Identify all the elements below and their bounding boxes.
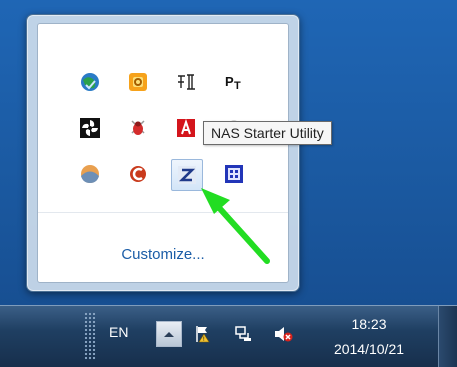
chevron-up-icon xyxy=(164,332,174,337)
pt-app-icon[interactable]: PT xyxy=(222,70,246,94)
nas-starter-utility-icon[interactable] xyxy=(171,159,203,191)
network-globe-icon[interactable] xyxy=(78,70,102,94)
show-hidden-icons-button[interactable] xyxy=(156,321,182,347)
taskbar-grip[interactable] xyxy=(84,312,96,360)
ccleaner-icon[interactable] xyxy=(126,162,150,186)
clock-time: 18:23 xyxy=(351,316,387,332)
fan-icon[interactable] xyxy=(78,116,102,140)
language-indicator[interactable]: EN xyxy=(109,324,128,340)
svg-text:T: T xyxy=(234,80,241,92)
volume-muted-icon[interactable] xyxy=(272,323,294,345)
shield-bug-icon[interactable] xyxy=(126,116,150,140)
clock-date: 2014/10/21 xyxy=(333,341,405,357)
weather-icon[interactable] xyxy=(78,162,102,186)
flyout-divider xyxy=(38,212,288,213)
grid-app-icon[interactable] xyxy=(222,162,246,186)
tray-icons-grid: PT xyxy=(38,24,288,202)
taskbar: EN ! 18:23 2014/10/21 xyxy=(0,305,457,367)
flyout-panel: PT Customize... xyxy=(37,23,289,283)
adobe-icon[interactable] xyxy=(174,116,198,140)
input-method-icon[interactable] xyxy=(174,70,198,94)
action-center-flag-icon[interactable]: ! xyxy=(192,323,214,345)
system-clock[interactable]: 18:23 2014/10/21 xyxy=(319,314,419,360)
show-desktop-button[interactable] xyxy=(438,306,457,367)
outlook-icon[interactable] xyxy=(126,70,150,94)
notification-overflow-flyout: PT Customize... xyxy=(26,14,300,292)
network-status-icon[interactable] xyxy=(232,323,254,345)
svg-text:P: P xyxy=(225,74,234,89)
customize-link[interactable]: Customize... xyxy=(38,246,288,263)
nas-starter-utility-tooltip: NAS Starter Utility xyxy=(203,121,332,145)
